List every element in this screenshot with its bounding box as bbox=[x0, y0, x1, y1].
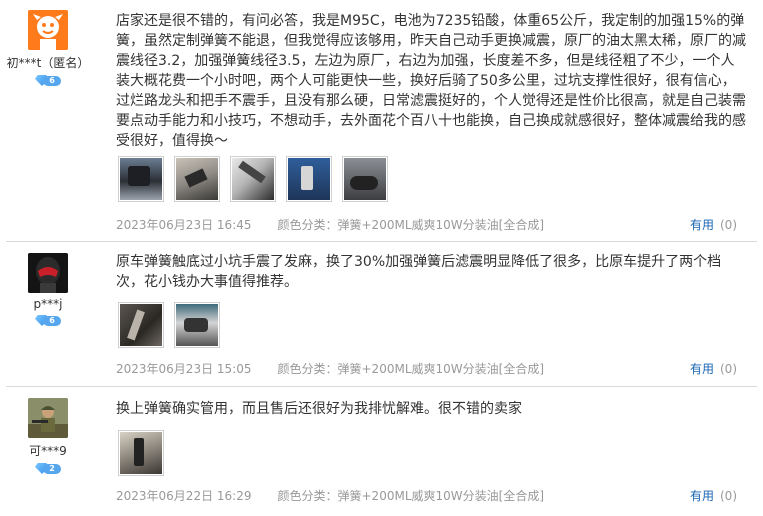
review-date: 2023年06月22日 16:29 bbox=[116, 489, 252, 503]
color-value: 弹簧+200ML威爽10W分装油[全合成] bbox=[337, 489, 545, 503]
review-text: 店家还是很不错的，有问必答，我是M95C，电池为7235铅酸，体重65公斤，我定… bbox=[116, 13, 746, 149]
reviewer-info: p***j 6 bbox=[0, 253, 96, 330]
helpful-vote: 有用 (0) bbox=[690, 216, 737, 233]
review-item: 可***9 2 换上弹簧确实管用，而且售后还很好为我排忧解难。很不错的卖家 20… bbox=[0, 387, 763, 516]
helpful-vote: 有用 (0) bbox=[690, 360, 737, 377]
review-photo-thumbnail[interactable] bbox=[118, 302, 164, 348]
review-photos bbox=[118, 430, 164, 476]
color-label: 颜色分类： bbox=[277, 362, 338, 376]
vip-level-badge: 6 bbox=[35, 75, 61, 86]
username: p***j bbox=[33, 297, 63, 311]
helpful-vote: 有用 (0) bbox=[690, 487, 737, 504]
color-value: 弹簧+200ML威爽10W分装油[全合成] bbox=[337, 218, 545, 232]
reviewer-info: 初***t（匿名） 6 bbox=[0, 10, 96, 90]
review-photo-thumbnail[interactable] bbox=[174, 156, 220, 202]
review-text: 换上弹簧确实管用，而且售后还很好为我排忧解难。很不错的卖家 bbox=[116, 401, 522, 417]
helpful-button[interactable]: 有用 bbox=[690, 489, 714, 503]
helpful-count: (0) bbox=[720, 218, 737, 232]
review-item: p***j 6 原车弹簧触底过小坑手震了发麻，换了30%加强弹簧后滤震明显降低了… bbox=[0, 242, 763, 387]
review-photo-thumbnail[interactable] bbox=[118, 156, 164, 202]
review-photos bbox=[118, 156, 388, 202]
color-label: 颜色分类： bbox=[277, 218, 338, 232]
avatar[interactable] bbox=[28, 10, 68, 50]
username: 可***9 bbox=[29, 444, 67, 458]
review-item: 初***t（匿名） 6 店家还是很不错的，有问必答，我是M95C，电池为7235… bbox=[0, 0, 763, 242]
helmet-avatar-icon bbox=[28, 253, 68, 293]
helpful-count: (0) bbox=[720, 362, 737, 376]
review-meta: 2023年06月22日 16:29 颜色分类：弹簧+200ML威爽10W分装油[全… bbox=[116, 487, 544, 504]
review-photos bbox=[118, 302, 220, 348]
review-photo-thumbnail[interactable] bbox=[342, 156, 388, 202]
review-photo-thumbnail[interactable] bbox=[174, 302, 220, 348]
review-photo-thumbnail[interactable] bbox=[230, 156, 276, 202]
color-label: 颜色分类： bbox=[277, 489, 338, 503]
soldier-avatar-icon bbox=[28, 398, 68, 438]
vip-level-badge: 6 bbox=[35, 315, 61, 326]
review-meta: 2023年06月23日 16:45 颜色分类：弹簧+200ML威爽10W分装油[全… bbox=[116, 216, 544, 233]
reviewer-info: 可***9 2 bbox=[0, 398, 96, 478]
avatar[interactable] bbox=[28, 253, 68, 293]
username: 初***t（匿名） bbox=[6, 56, 90, 70]
review-date: 2023年06月23日 15:05 bbox=[116, 362, 252, 376]
review-photo-thumbnail[interactable] bbox=[286, 156, 332, 202]
review-date: 2023年06月23日 16:45 bbox=[116, 218, 252, 232]
helpful-button[interactable]: 有用 bbox=[690, 362, 714, 376]
color-value: 弹簧+200ML威爽10W分装油[全合成] bbox=[337, 362, 545, 376]
review-text: 原车弹簧触底过小坑手震了发麻，换了30%加强弹簧后滤震明显降低了很多，比原车提升… bbox=[116, 254, 722, 290]
cartoon-avatar-icon bbox=[28, 10, 68, 50]
avatar[interactable] bbox=[28, 398, 68, 438]
helpful-button[interactable]: 有用 bbox=[690, 218, 714, 232]
review-meta: 2023年06月23日 15:05 颜色分类：弹簧+200ML威爽10W分装油[全… bbox=[116, 360, 544, 377]
vip-level-badge: 2 bbox=[35, 463, 61, 474]
review-photo-thumbnail[interactable] bbox=[118, 430, 164, 476]
helpful-count: (0) bbox=[720, 489, 737, 503]
